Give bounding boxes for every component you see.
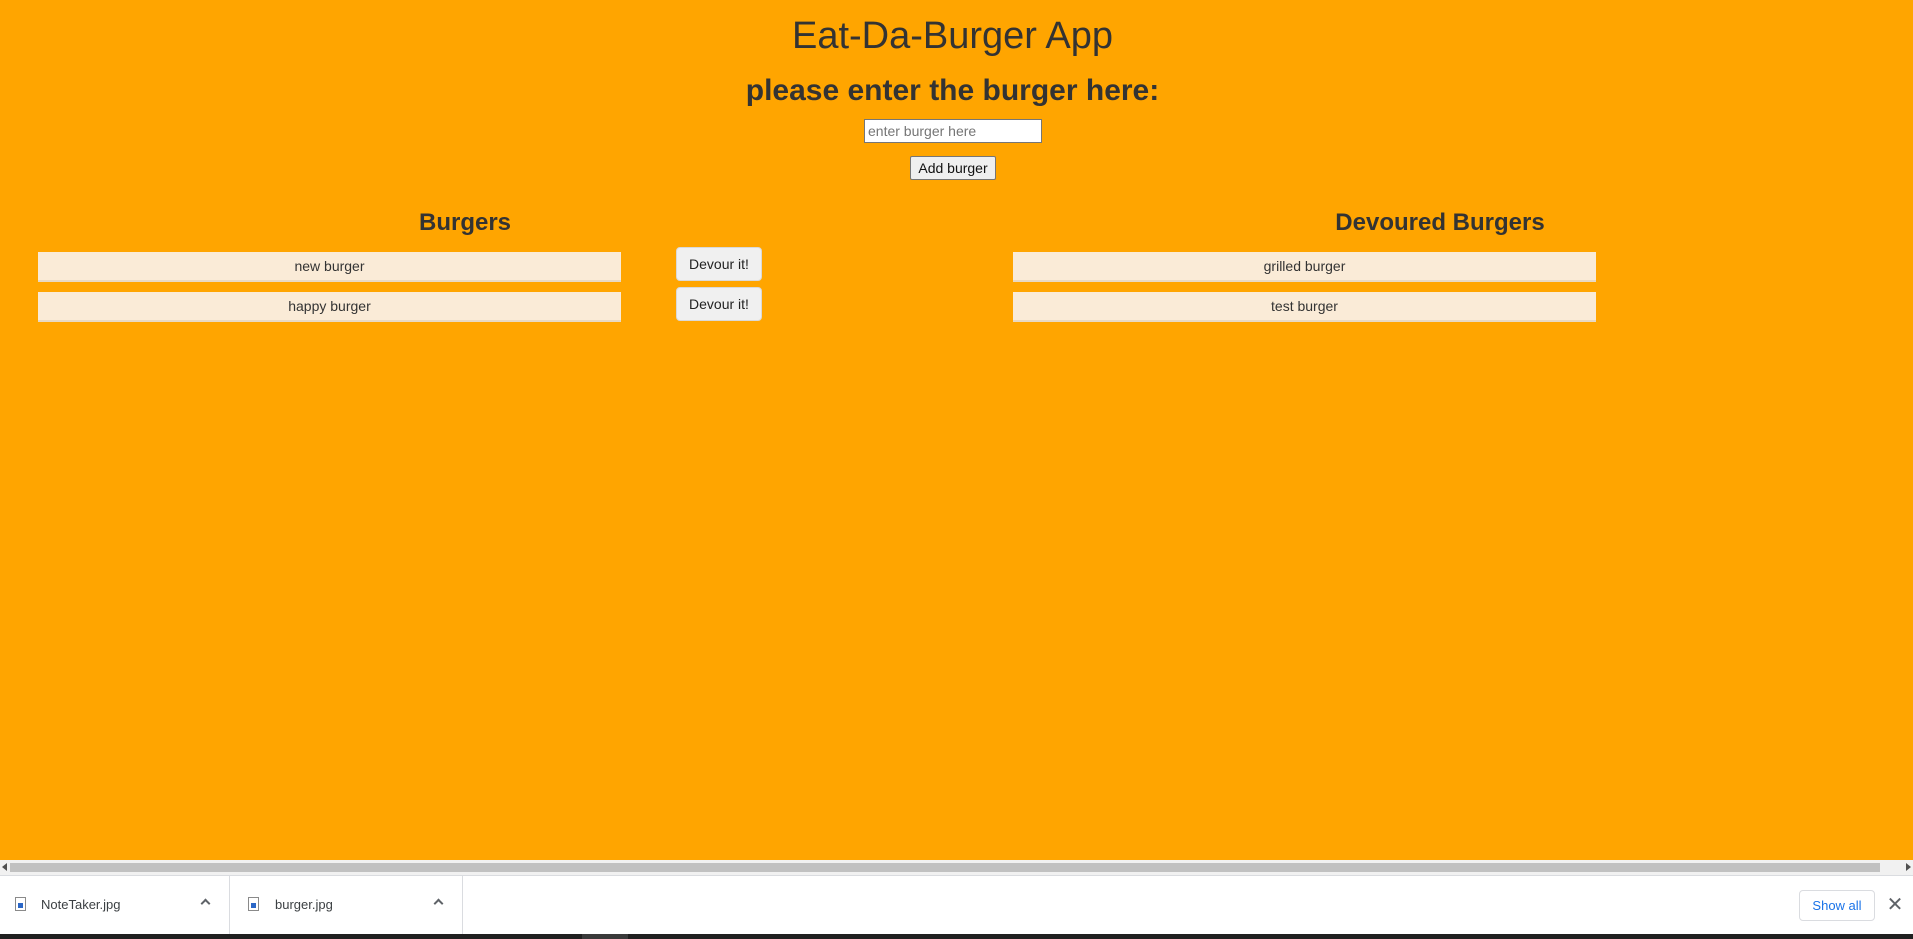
horizontal-scrollbar[interactable] (0, 860, 1913, 875)
scroll-left-arrow-icon[interactable] (2, 863, 7, 871)
download-filename: burger.jpg (275, 897, 333, 912)
chevron-up-icon[interactable] (200, 898, 211, 909)
devoured-burger-item: grilled burger (1013, 252, 1596, 282)
chevron-up-icon[interactable] (433, 898, 444, 909)
burger-prompt: please enter the burger here: (745, 74, 1160, 107)
burger-list-item: new burger (38, 252, 621, 282)
scrollbar-thumb[interactable] (10, 863, 1880, 872)
download-item-burger[interactable]: burger.jpg (230, 876, 463, 934)
burger-name-input[interactable] (864, 119, 1042, 143)
scroll-right-arrow-icon[interactable] (1906, 863, 1911, 871)
burger-list-item: happy burger (38, 292, 621, 322)
devour-button[interactable]: Devour it! (676, 247, 762, 281)
devoured-burger-item: test burger (1013, 292, 1596, 322)
image-file-icon (15, 897, 26, 911)
add-burger-button[interactable]: Add burger (910, 156, 996, 180)
download-shelf: NoteTaker.jpg burger.jpg Show all ✕ (0, 875, 1913, 934)
taskbar-strip (0, 934, 1913, 939)
taskbar-active-indicator (582, 934, 628, 939)
devoured-burgers-heading: Devoured Burgers (1335, 209, 1545, 236)
burgers-heading: Burgers (418, 209, 512, 236)
devour-button[interactable]: Devour it! (676, 287, 762, 321)
download-item-notetaker[interactable]: NoteTaker.jpg (0, 876, 230, 934)
close-icon[interactable]: ✕ (1886, 895, 1904, 915)
download-filename: NoteTaker.jpg (41, 897, 121, 912)
app-title: Eat-Da-Burger App (791, 15, 1114, 57)
image-file-icon (248, 897, 259, 911)
show-all-downloads-button[interactable]: Show all (1799, 890, 1875, 921)
burger-app-page: Eat-Da-Burger App please enter the burge… (0, 0, 1913, 860)
